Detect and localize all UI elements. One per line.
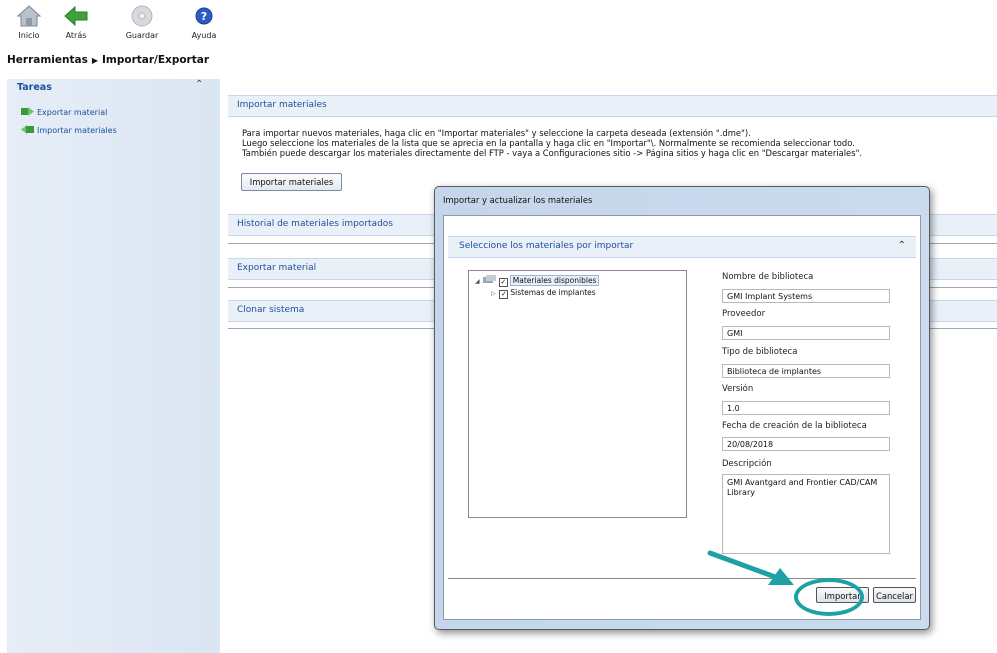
- expand-triangle-icon[interactable]: ◢: [475, 278, 481, 285]
- back-label: Atrás: [65, 31, 87, 40]
- breadcrumb-current: Importar/Exportar: [102, 54, 210, 66]
- home-label: Inicio: [18, 31, 40, 40]
- cancel-button[interactable]: Cancelar: [873, 587, 916, 603]
- import-materials-button[interactable]: Importar materiales: [241, 173, 342, 191]
- created-date-field[interactable]: 20/08/2018: [722, 437, 890, 451]
- home-button[interactable]: Inicio: [7, 4, 51, 40]
- provider-field[interactable]: GMI: [722, 326, 890, 340]
- help-icon: ?: [195, 7, 213, 25]
- checkbox-icon[interactable]: ✓: [498, 278, 508, 287]
- version-label: Versión: [722, 384, 754, 394]
- intro-text: Para importar nuevos materiales, haga cl…: [242, 128, 942, 159]
- breadcrumb-separator-icon: ▶: [91, 56, 98, 65]
- annotation-highlight-ring: [794, 578, 864, 616]
- section-title: Historial de materiales importados: [237, 219, 393, 229]
- dialog-divider: [448, 578, 916, 579]
- save-button[interactable]: Guardar: [120, 4, 164, 40]
- description-label: Descripción: [722, 459, 772, 469]
- tree-item-available[interactable]: ◢ ✓ Materiales disponibles: [475, 275, 600, 287]
- annotation-arrow-icon: [707, 550, 794, 585]
- sidebar-item-label: Importar materiales: [37, 126, 117, 135]
- tree-item-label: Sistemas de implantes: [510, 288, 596, 297]
- library-type-label: Tipo de biblioteca: [722, 347, 798, 357]
- dialog-body: Seleccione los materiales por importar ⌃…: [443, 215, 921, 620]
- sidebar-item-export[interactable]: Exportar material: [21, 107, 107, 117]
- materials-tree: ◢ ✓ Materiales disponibles ▷ ✓ Sistemas de…: [468, 270, 687, 518]
- breadcrumb-root[interactable]: Herramientas: [7, 54, 88, 66]
- collapsed-triangle-icon[interactable]: ▷: [491, 290, 497, 297]
- section-import-materials[interactable]: Importar materiales: [228, 95, 997, 117]
- description-field[interactable]: GMI Avantgard and Frontier CAD/CAM Libra…: [722, 474, 890, 554]
- dialog-section-header[interactable]: Seleccione los materiales por importar ⌃: [448, 236, 916, 258]
- home-icon: [16, 5, 42, 27]
- sidebar: Tareas ⌃ Exportar material Importar mate…: [7, 79, 220, 653]
- back-button[interactable]: Atrás: [54, 4, 98, 40]
- import-icon: [21, 125, 34, 134]
- section-title: Exportar material: [237, 263, 317, 273]
- save-label: Guardar: [125, 31, 159, 40]
- library-icon: [483, 275, 497, 283]
- sidebar-item-label: Exportar material: [37, 108, 108, 117]
- library-name-field[interactable]: GMI Implant Systems: [722, 289, 890, 303]
- intro-line: Luego seleccione los materiales de la li…: [242, 138, 855, 149]
- version-field[interactable]: 1.0: [722, 401, 890, 415]
- tree-item-implant-systems[interactable]: ▷ ✓ Sistemas de implantes: [491, 288, 596, 299]
- intro-line: Para importar nuevos materiales, haga cl…: [242, 128, 751, 138]
- toolbar: Inicio Atrás Guardar ? Ayuda: [0, 0, 997, 50]
- section-title: Importar materiales: [237, 100, 327, 110]
- sidebar-item-import[interactable]: Importar materiales: [21, 125, 117, 135]
- checkbox-icon[interactable]: ✓: [499, 290, 509, 299]
- intro-line: También puede descargar los materiales d…: [242, 148, 863, 159]
- section-title: Clonar sistema: [237, 305, 305, 315]
- help-button[interactable]: ? Ayuda: [182, 4, 226, 40]
- tree-item-label: Materiales disponibles: [509, 275, 600, 286]
- created-date-label: Fecha de creación de la biblioteca: [722, 421, 867, 431]
- provider-label: Proveedor: [722, 309, 766, 319]
- svg-text:?: ?: [201, 10, 207, 23]
- import-dialog: Importar y actualizar los materiales Sel…: [434, 186, 930, 630]
- dialog-title: Importar y actualizar los materiales: [443, 195, 593, 205]
- library-type-field[interactable]: Biblioteca de implantes: [722, 364, 890, 378]
- save-disc-icon: [131, 5, 153, 27]
- tasks-title: Tareas: [17, 82, 52, 93]
- dialog-section-title: Seleccione los materiales por importar: [459, 241, 634, 251]
- export-icon: [21, 107, 34, 116]
- collapse-chevron-icon[interactable]: ⌃: [195, 79, 203, 90]
- help-label: Ayuda: [191, 31, 217, 40]
- library-name-label: Nombre de biblioteca: [722, 272, 814, 282]
- back-arrow-icon: [64, 5, 88, 27]
- collapse-chevron-icon[interactable]: ⌃: [898, 240, 906, 251]
- breadcrumb: Herramientas ▶ Importar/Exportar: [7, 54, 209, 66]
